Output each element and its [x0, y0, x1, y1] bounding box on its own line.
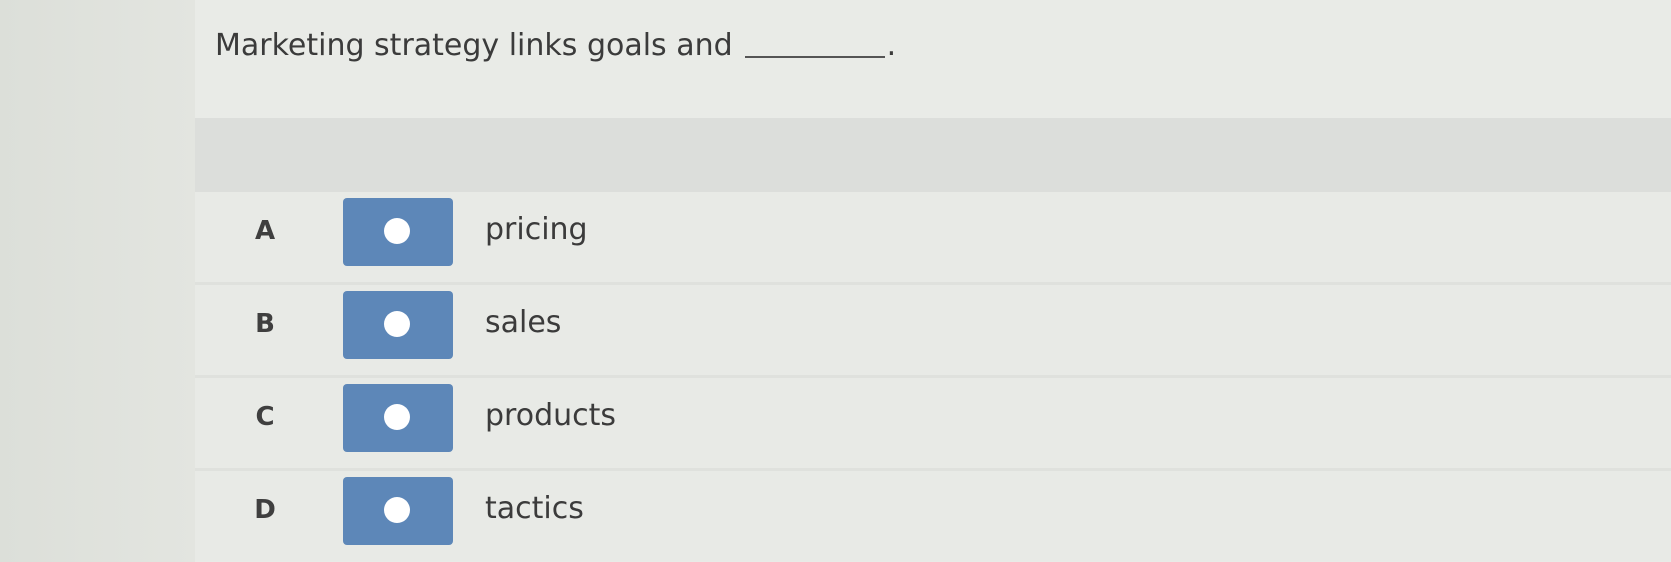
radio-button[interactable] — [343, 198, 453, 266]
option-label: sales — [485, 305, 562, 340]
option-c[interactable]: C products — [195, 378, 1671, 471]
option-letter: B — [255, 309, 275, 339]
question-text: Marketing strategy links goals and — [215, 28, 733, 63]
answer-options: A pricing B sales C products D tactics — [195, 192, 1671, 561]
radio-button[interactable] — [343, 291, 453, 359]
option-d[interactable]: D tactics — [195, 471, 1671, 561]
question-stem: Marketing strategy links goals and. — [215, 28, 896, 63]
radio-dot-icon — [384, 497, 410, 523]
radio-button[interactable] — [343, 384, 453, 452]
option-a[interactable]: A pricing — [195, 192, 1671, 285]
answer-blank — [744, 55, 885, 58]
radio-button[interactable] — [343, 477, 453, 545]
option-label: tactics — [485, 491, 584, 526]
radio-dot-icon — [384, 218, 410, 244]
option-letter: A — [254, 216, 276, 246]
question-period: . — [886, 28, 897, 63]
divider-band — [195, 118, 1671, 192]
radio-dot-icon — [384, 311, 410, 337]
option-letter: C — [255, 402, 275, 432]
left-margin — [0, 0, 195, 562]
option-label: pricing — [485, 212, 588, 247]
option-letter: D — [254, 495, 276, 525]
option-b[interactable]: B sales — [195, 285, 1671, 378]
radio-dot-icon — [384, 404, 410, 430]
option-label: products — [485, 398, 617, 433]
